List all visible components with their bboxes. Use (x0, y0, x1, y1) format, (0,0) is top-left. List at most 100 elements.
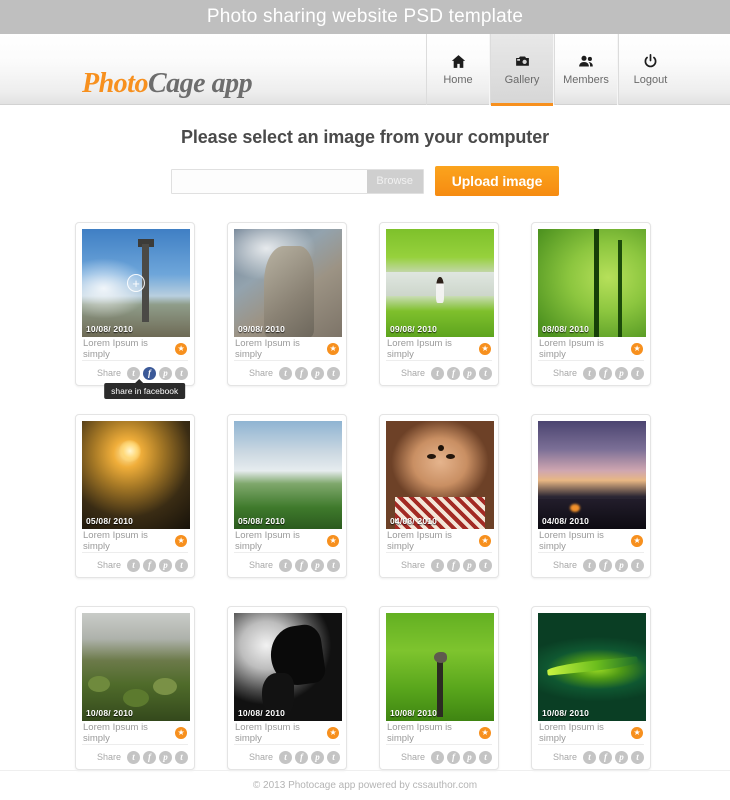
photo-caption-row: Lorem Ipsum is simply ★ (234, 529, 340, 553)
tumblr-icon[interactable]: t (631, 558, 644, 572)
photo-card[interactable]: 05/08/ 2010 Lorem Ipsum is simply ★ Shar… (227, 414, 347, 578)
favorite-star-icon[interactable]: ★ (479, 534, 491, 547)
tumblr-icon[interactable]: t (175, 366, 188, 380)
favorite-star-icon[interactable]: ★ (175, 534, 187, 547)
photo-share-row: Share tfpt (386, 361, 492, 385)
site-logo[interactable]: PhotoCage app (82, 68, 253, 100)
twitter-icon[interactable]: t (583, 366, 596, 380)
photo-card[interactable]: 04/08/ 2010 Lorem Ipsum is simply ★ Shar… (531, 414, 651, 578)
photo-card[interactable]: + 10/08/ 2010 Lorem Ipsum is simply ★ Sh… (75, 222, 195, 399)
pinterest-icon[interactable]: p (463, 750, 476, 764)
nav-item-home[interactable]: Home (426, 34, 490, 105)
photo-card[interactable]: 10/08/ 2010 Lorem Ipsum is simply ★ Shar… (75, 606, 195, 770)
facebook-icon[interactable]: f (447, 366, 460, 380)
photo-thumbnail[interactable]: 04/08/ 2010 (386, 421, 494, 529)
tumblr-icon[interactable]: t (631, 366, 644, 380)
favorite-star-icon[interactable]: ★ (175, 726, 187, 739)
photo-thumbnail[interactable]: 09/08/ 2010 (386, 229, 494, 337)
facebook-icon[interactable]: f (295, 366, 308, 380)
photo-thumbnail[interactable]: 10/08/ 2010 (538, 613, 646, 721)
twitter-icon[interactable]: t (127, 558, 140, 572)
photo-thumbnail[interactable]: + 10/08/ 2010 (82, 229, 190, 337)
favorite-star-icon[interactable]: ★ (631, 726, 643, 739)
tumblr-icon[interactable]: t (479, 366, 492, 380)
photo-card[interactable]: 09/08/ 2010 Lorem Ipsum is simply ★ Shar… (379, 222, 499, 386)
photo-card[interactable]: 10/08/ 2010 Lorem Ipsum is simply ★ Shar… (379, 606, 499, 770)
favorite-star-icon[interactable]: ★ (631, 342, 643, 355)
favorite-star-icon[interactable]: ★ (479, 726, 491, 739)
pinterest-icon[interactable]: p (615, 558, 628, 572)
twitter-icon[interactable]: t (431, 558, 444, 572)
browse-button[interactable]: Browse (366, 169, 423, 193)
facebook-icon[interactable]: f (599, 750, 612, 764)
facebook-icon[interactable]: f (295, 558, 308, 572)
tumblr-icon[interactable]: t (327, 366, 340, 380)
twitter-icon[interactable]: t (279, 366, 292, 380)
file-path-input[interactable] (171, 169, 367, 193)
facebook-icon[interactable]: f (599, 366, 612, 380)
photo-card[interactable]: 10/08/ 2010 Lorem Ipsum is simply ★ Shar… (531, 606, 651, 770)
tumblr-icon[interactable]: t (479, 750, 492, 764)
pinterest-icon[interactable]: p (311, 558, 324, 572)
photo-thumbnail[interactable]: 10/08/ 2010 (386, 613, 494, 721)
tumblr-icon[interactable]: t (175, 750, 188, 764)
twitter-icon[interactable]: t (583, 750, 596, 764)
twitter-icon[interactable]: t (431, 366, 444, 380)
pinterest-icon[interactable]: p (311, 366, 324, 380)
pinterest-icon[interactable]: p (159, 750, 172, 764)
photo-thumbnail[interactable]: 05/08/ 2010 (234, 421, 342, 529)
nav-item-logout[interactable]: Logout (618, 34, 682, 105)
tumblr-icon[interactable]: t (327, 558, 340, 572)
photo-card[interactable]: 10/08/ 2010 Lorem Ipsum is simply ★ Shar… (227, 606, 347, 770)
photo-card[interactable]: 04/08/ 2010 Lorem Ipsum is simply ★ Shar… (379, 414, 499, 578)
photo-thumbnail[interactable]: 08/08/ 2010 (538, 229, 646, 337)
photo-card[interactable]: 08/08/ 2010 Lorem Ipsum is simply ★ Shar… (531, 222, 651, 386)
share-label: Share (96, 752, 121, 762)
twitter-icon[interactable]: t (583, 558, 596, 572)
facebook-icon[interactable]: f (447, 750, 460, 764)
favorite-star-icon[interactable]: ★ (631, 534, 643, 547)
pinterest-icon[interactable]: p (159, 366, 172, 380)
facebook-icon[interactable]: f (295, 750, 308, 764)
tumblr-icon[interactable]: t (479, 558, 492, 572)
photo-thumbnail[interactable]: 05/08/ 2010 (82, 421, 190, 529)
photo-thumbnail[interactable]: 10/08/ 2010 (234, 613, 342, 721)
pinterest-icon[interactable]: p (463, 558, 476, 572)
photo-share-row: Share tfpt (82, 745, 188, 769)
favorite-star-icon[interactable]: ★ (175, 342, 187, 355)
favorite-star-icon[interactable]: ★ (327, 342, 339, 355)
facebook-icon[interactable]: f (143, 750, 156, 764)
photo-card[interactable]: 05/08/ 2010 Lorem Ipsum is simply ★ Shar… (75, 414, 195, 578)
photo-card[interactable]: 09/08/ 2010 Lorem Ipsum is simply ★ Shar… (227, 222, 347, 386)
twitter-icon[interactable]: t (279, 750, 292, 764)
facebook-icon[interactable]: f (599, 558, 612, 572)
file-picker[interactable]: Browse (170, 168, 424, 194)
photo-share-row: Share tfpt (538, 553, 644, 577)
facebook-icon[interactable]: f (143, 558, 156, 572)
twitter-icon[interactable]: t (279, 558, 292, 572)
tumblr-icon[interactable]: t (631, 750, 644, 764)
facebook-icon[interactable]: f (447, 558, 460, 572)
twitter-icon[interactable]: t (127, 366, 140, 380)
favorite-star-icon[interactable]: ★ (327, 534, 339, 547)
zoom-plus-icon[interactable]: + (127, 274, 145, 292)
facebook-icon[interactable]: f (143, 366, 156, 380)
photo-thumbnail[interactable]: 09/08/ 2010 (234, 229, 342, 337)
twitter-icon[interactable]: t (127, 750, 140, 764)
nav-item-members[interactable]: Members (554, 34, 618, 105)
main-navigation: Home Gallery Members Logout (426, 34, 682, 106)
pinterest-icon[interactable]: p (159, 558, 172, 572)
twitter-icon[interactable]: t (431, 750, 444, 764)
photo-thumbnail[interactable]: 04/08/ 2010 (538, 421, 646, 529)
nav-item-gallery[interactable]: Gallery (490, 34, 554, 106)
pinterest-icon[interactable]: p (615, 750, 628, 764)
pinterest-icon[interactable]: p (463, 366, 476, 380)
favorite-star-icon[interactable]: ★ (479, 342, 491, 355)
photo-thumbnail[interactable]: 10/08/ 2010 (82, 613, 190, 721)
upload-image-button[interactable]: Upload image (434, 166, 560, 196)
tumblr-icon[interactable]: t (327, 750, 340, 764)
pinterest-icon[interactable]: p (311, 750, 324, 764)
pinterest-icon[interactable]: p (615, 366, 628, 380)
favorite-star-icon[interactable]: ★ (327, 726, 339, 739)
tumblr-icon[interactable]: t (175, 558, 188, 572)
